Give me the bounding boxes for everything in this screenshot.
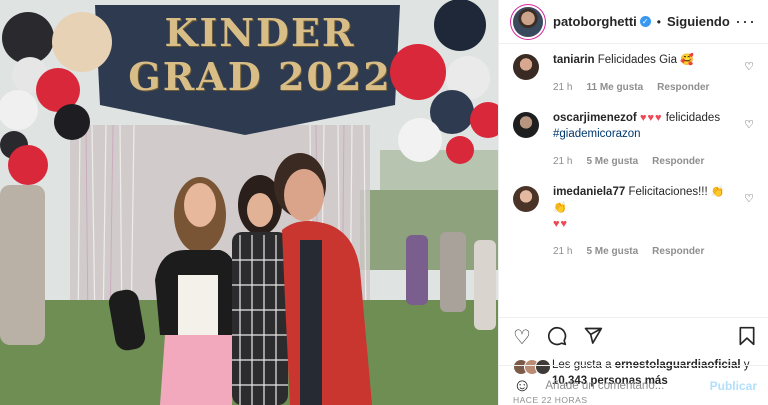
comment-like-heart-icon[interactable]: ♡	[744, 60, 754, 73]
comment-body: taniarin Felicidades Gia 🥰 21 h 11 Me gu…	[553, 52, 754, 96]
red-hearts-emoji-icon: ♥♥♥	[639, 112, 663, 124]
reply-button[interactable]: Responder	[652, 154, 704, 170]
comment-likes[interactable]: 5 Me gusta	[586, 244, 638, 260]
comment-username[interactable]: imedaniela77	[553, 186, 625, 198]
post-header: patoborghetti ✓ • Siguiendo ···	[499, 0, 768, 44]
comment-icon[interactable]	[547, 326, 567, 350]
commenter-avatar[interactable]	[513, 54, 539, 80]
smiling-hearts-emoji-icon: 🥰	[680, 54, 694, 66]
comment-meta: 21 h 5 Me gusta Responder	[553, 154, 736, 170]
comment-time[interactable]: 21 h	[553, 80, 572, 96]
comment-likes[interactable]: 11 Me gusta	[586, 80, 643, 96]
post-side-panel: patoborghetti ✓ • Siguiendo ··· taniarin…	[498, 0, 768, 405]
reply-button[interactable]: Responder	[657, 80, 709, 96]
author-username[interactable]: patoborghetti	[553, 14, 637, 29]
author-avatar[interactable]	[513, 6, 543, 37]
separator-dot: •	[656, 14, 661, 29]
verified-badge-icon: ✓	[639, 16, 651, 27]
banner-line-2: GRAD 2022	[128, 54, 392, 99]
comments-list: taniarin Felicidades Gia 🥰 21 h 11 Me gu…	[499, 44, 768, 317]
instagram-post: KINDER GRAD 2022 patoborghetti ✓ • Sigui…	[0, 0, 768, 405]
comment-text: Felicidades Gia	[597, 54, 678, 66]
comment-body: oscarjimenezof ♥♥♥ felicidades #giademic…	[553, 110, 754, 170]
banner: KINDER GRAD 2022	[110, 14, 410, 96]
commenter-avatar[interactable]	[513, 186, 539, 212]
comment-hashtag-link[interactable]: #giademicorazon	[553, 128, 641, 140]
comment-like-heart-icon[interactable]: ♡	[744, 192, 754, 205]
comment-likes[interactable]: 5 Me gusta	[586, 154, 638, 170]
publish-button[interactable]: Publicar	[710, 379, 757, 393]
comment-username[interactable]: taniarin	[553, 54, 595, 66]
comment-input[interactable]	[545, 379, 710, 392]
commenter-avatar[interactable]	[513, 112, 539, 138]
comment-item: taniarin Felicidades Gia 🥰 21 h 11 Me gu…	[513, 52, 754, 96]
following-button[interactable]: Siguiendo	[667, 14, 730, 29]
add-comment-bar: ☺ Publicar	[499, 365, 768, 405]
comment-text: Felicitaciones!!!	[628, 186, 708, 198]
post-photo[interactable]: KINDER GRAD 2022	[0, 0, 498, 405]
comment-like-heart-icon[interactable]: ♡	[744, 118, 754, 131]
bookmark-icon[interactable]	[738, 326, 756, 350]
more-options-icon[interactable]: ···	[735, 11, 756, 32]
comment-meta: 21 h 11 Me gusta Responder	[553, 80, 736, 96]
red-hearts-emoji-icon: ♥♥	[553, 218, 569, 230]
comment-meta: 21 h 5 Me gusta Responder	[553, 244, 736, 260]
share-icon[interactable]	[583, 326, 603, 350]
comment-item: imedaniela77 Felicitaciones!!! 👏👏 ♥♥ 21 …	[513, 184, 754, 260]
heart-icon[interactable]: ♡	[513, 328, 531, 348]
comment-text: felicidades	[665, 112, 721, 124]
comment-username[interactable]: oscarjimenezof	[553, 112, 637, 124]
comment-time[interactable]: 21 h	[553, 244, 572, 260]
comment-time[interactable]: 21 h	[553, 154, 572, 170]
comment-item: oscarjimenezof ♥♥♥ felicidades #giademic…	[513, 110, 754, 170]
reply-button[interactable]: Responder	[652, 244, 704, 260]
banner-line-1: KINDER	[164, 10, 356, 55]
emoji-picker-icon[interactable]: ☺	[513, 375, 531, 396]
comment-body: imedaniela77 Felicitaciones!!! 👏👏 ♥♥ 21 …	[553, 184, 754, 260]
post-actions: ♡	[499, 317, 768, 357]
